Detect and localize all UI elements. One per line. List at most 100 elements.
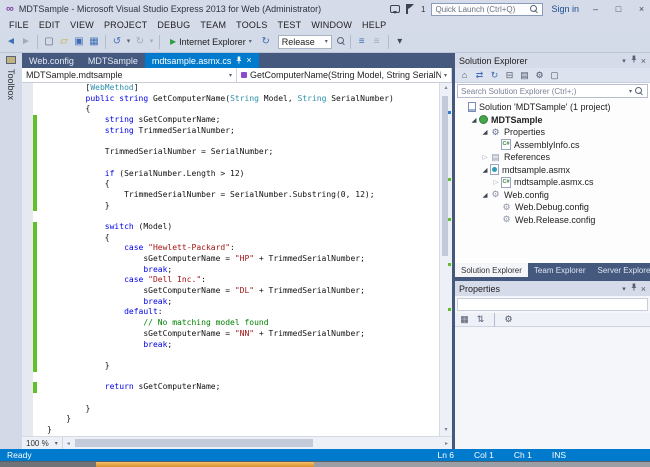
tab-mdtsample-asmx-cs[interactable]: mdtsample.asmx.cs×	[145, 53, 259, 68]
code-line[interactable]: }	[22, 404, 439, 415]
close-panel-icon[interactable]: ×	[641, 284, 646, 294]
menu-edit[interactable]: EDIT	[34, 20, 65, 30]
redo-dropdown-icon[interactable]: ▾	[148, 38, 155, 45]
new-file-icon[interactable]: ▢	[42, 37, 56, 47]
toolbar-options-icon[interactable]: ▾	[393, 37, 407, 47]
tree-item-mdtsample-asmx-cs[interactable]: ▷C#mdtsample.asmx.cs	[455, 176, 650, 189]
alphabetical-icon[interactable]: ⇅	[475, 315, 486, 324]
home-icon[interactable]: ⌂	[459, 71, 470, 80]
zoom-level-dropdown[interactable]: 100 % ▾	[22, 437, 63, 449]
code-line[interactable]: sGetComputerName = "DL" + TrimmedSerialN…	[22, 286, 439, 297]
scroll-down-arrow[interactable]: ▾	[440, 425, 452, 436]
scroll-up-arrow[interactable]: ▴	[440, 83, 452, 94]
types-dropdown[interactable]: MDTSample.mdtsample ▾	[22, 68, 237, 82]
solution-config-combo[interactable]: Release ▾	[278, 35, 332, 49]
expander-icon[interactable]: ▷	[480, 153, 490, 161]
tree-item-web-config[interactable]: ◢⚙Web.config	[455, 189, 650, 202]
properties-header[interactable]: Properties ▾ ×	[455, 281, 650, 296]
solution-explorer-search[interactable]: Search Solution Explorer (Ctrl+;) ▾	[457, 84, 648, 98]
save-icon[interactable]: ▣	[72, 37, 86, 47]
code-line[interactable]: }	[22, 201, 439, 212]
toolbox-tab[interactable]: Toolbox	[0, 53, 22, 449]
vertical-scroll-thumb[interactable]	[442, 96, 448, 256]
tree-item-solution-mdtsample-1-project[interactable]: Solution 'MDTSample' (1 project)	[455, 101, 650, 114]
navigate-backward-icon[interactable]: ◄	[4, 37, 18, 47]
categorized-icon[interactable]: ▦	[459, 315, 470, 324]
members-dropdown[interactable]: GetComputerName(String Model, String Ser…	[237, 68, 452, 82]
notifications-flag-icon[interactable]	[406, 4, 415, 14]
preview-selected-icon[interactable]: ▢	[549, 71, 560, 80]
editor-vertical-scrollbar[interactable]: ▴ ▾	[439, 83, 452, 436]
code-line[interactable]: {	[22, 233, 439, 244]
notification-badge[interactable]: 1	[421, 5, 425, 14]
show-all-files-icon[interactable]: ▤	[519, 71, 530, 80]
code-line[interactable]: break;	[22, 340, 439, 351]
tree-item-mdtsample-asmx[interactable]: ◢mdtsample.asmx	[455, 164, 650, 177]
collapse-all-icon[interactable]: ⊟	[504, 71, 515, 80]
code-line[interactable]: case "Hewlett-Packard":	[22, 243, 439, 254]
pin-icon[interactable]	[630, 55, 637, 66]
code-line[interactable]: string sGetComputerName;	[22, 115, 439, 126]
quick-launch-input[interactable]: Quick Launch (Ctrl+Q)	[431, 3, 543, 16]
code-line[interactable]	[22, 211, 439, 222]
code-line[interactable]	[22, 158, 439, 169]
code-editor[interactable]: [WebMethod] public string GetComputerNam…	[22, 83, 439, 436]
tab-mdtsample[interactable]: MDTSample	[81, 53, 145, 68]
expander-icon[interactable]: ◢	[480, 128, 490, 136]
start-debug-button[interactable]: ▶ Internet Explorer ▾	[165, 36, 257, 48]
code-line[interactable]	[22, 393, 439, 404]
solution-explorer-header[interactable]: Solution Explorer ▾ ×	[455, 53, 650, 68]
code-line[interactable]: case "Dell Inc.":	[22, 275, 439, 286]
window-position-icon[interactable]: ▾	[622, 285, 626, 293]
menu-file[interactable]: FILE	[4, 20, 34, 30]
feedback-icon[interactable]	[390, 5, 400, 13]
minimize-button[interactable]: –	[587, 4, 604, 14]
comment-lines-icon[interactable]: ≡	[355, 37, 369, 47]
close-tab-icon[interactable]: ×	[246, 56, 251, 65]
menu-tools[interactable]: TOOLS	[231, 20, 272, 30]
code-line[interactable]: [WebMethod]	[22, 83, 439, 94]
tree-item-assemblyinfo-cs[interactable]: C#AssemblyInfo.cs	[455, 139, 650, 152]
code-line[interactable]: TrimmedSerialNumber = SerialNumber.Subst…	[22, 190, 439, 201]
save-all-icon[interactable]: ▦	[87, 37, 101, 47]
property-pages-icon[interactable]: ⚙	[503, 315, 514, 324]
code-line[interactable]: break;	[22, 297, 439, 308]
close-panel-icon[interactable]: ×	[641, 56, 646, 66]
expander-icon[interactable]: ◢	[480, 191, 490, 199]
panel-tab-solution-explorer[interactable]: Solution Explorer	[455, 263, 528, 277]
panel-tab-team-explorer[interactable]: Team Explorer	[528, 263, 592, 277]
menu-window[interactable]: WINDOW	[306, 20, 357, 30]
editor-horizontal-scrollbar[interactable]	[74, 437, 441, 449]
find-in-files-icon[interactable]	[337, 37, 346, 46]
tree-item-properties[interactable]: ◢⚙Properties	[455, 126, 650, 139]
uncomment-lines-icon[interactable]: ≡	[370, 37, 384, 47]
code-line[interactable]: return sGetComputerName;	[22, 382, 439, 393]
horizontal-scroll-thumb[interactable]	[75, 439, 314, 447]
panel-tab-server-explorer[interactable]: Server Explorer	[592, 263, 650, 277]
code-line[interactable]	[22, 350, 439, 361]
scroll-right-arrow[interactable]: ▸	[441, 440, 452, 447]
tree-item-web-debug-config[interactable]: ⚙Web.Debug.config	[455, 201, 650, 214]
title-bar[interactable]: ∞ MDTSample - Microsoft Visual Studio Ex…	[0, 0, 650, 18]
menu-help[interactable]: HELP	[357, 20, 391, 30]
properties-icon[interactable]: ⚙	[534, 71, 545, 80]
menu-test[interactable]: TEST	[273, 20, 307, 30]
tab-web-config[interactable]: Web.config	[22, 53, 81, 68]
code-line[interactable]: default:	[22, 307, 439, 318]
code-line[interactable]: }	[22, 361, 439, 372]
sync-with-active-document-icon[interactable]: ⇄	[474, 71, 485, 80]
tree-item-mdtsample[interactable]: ◢MDTSample	[455, 114, 650, 127]
menu-project[interactable]: PROJECT	[99, 20, 152, 30]
code-line[interactable]	[22, 136, 439, 147]
properties-object-combo[interactable]	[457, 298, 648, 311]
refresh-icon[interactable]: ↻	[489, 71, 500, 80]
navigate-forward-icon[interactable]: ►	[19, 37, 33, 47]
menu-team[interactable]: TEAM	[195, 20, 231, 30]
tree-item-references[interactable]: ▷▤References	[455, 151, 650, 164]
pin-icon[interactable]	[630, 283, 637, 294]
menu-view[interactable]: VIEW	[65, 20, 99, 30]
code-line[interactable]: TrimmedSerialNumber = SerialNumber;	[22, 147, 439, 158]
sign-in-link[interactable]: Sign in	[551, 4, 579, 14]
window-position-icon[interactable]: ▾	[622, 57, 626, 65]
tree-item-web-release-config[interactable]: ⚙Web.Release.config	[455, 214, 650, 227]
